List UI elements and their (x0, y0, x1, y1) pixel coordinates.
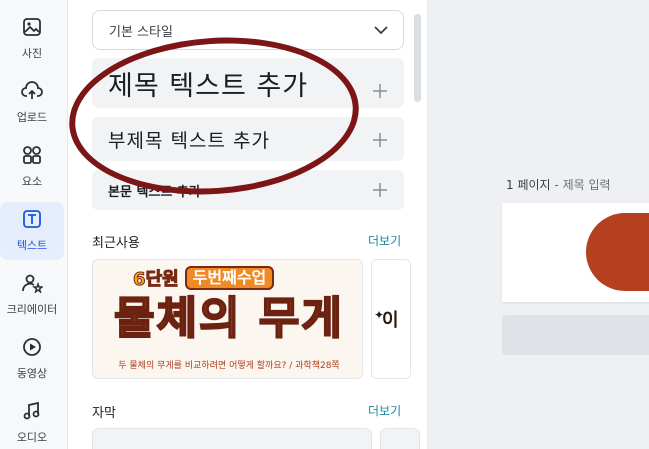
plus-icon (372, 75, 388, 98)
plus-icon (372, 131, 388, 147)
recent-template-thumbnail-2[interactable]: ✦ 이 (371, 259, 411, 379)
nav-upload[interactable]: 업로드 (0, 74, 64, 132)
cloud-upload-icon (21, 80, 43, 102)
style-dropdown-value: 기본 스타일 (109, 24, 173, 40)
template-caption: 두 물체의 무게를 비교하려면 어떻게 할까요? / 과학책28쪽 (118, 361, 340, 371)
nav-creator[interactable]: 크리에이터 (0, 266, 64, 324)
page-header: 1 페이지 - 제목 입력 (506, 176, 611, 193)
recent-more-link[interactable]: 더보기 (368, 232, 401, 249)
recent-template-thumbnail[interactable]: 6단원 두번째수업 물체의 무게 두 물체의 무게를 비교하려면 어떻게 할까요… (92, 259, 363, 379)
editor-workspace: 1 페이지 - 제목 입력 (428, 0, 649, 449)
play-icon (21, 336, 43, 358)
add-subtitle-label: 부제목 텍스트 추가 (108, 129, 270, 152)
subtitle-template-thumbnail-2[interactable] (380, 428, 420, 449)
plus-icon (372, 182, 388, 198)
page-number: 1 페이지 (506, 178, 551, 192)
side-navigation: 사진 업로드 요소 텍스트 크리에이터 동영상 오디오 (0, 0, 68, 449)
subtitle-template-thumbnail[interactable] (92, 428, 372, 449)
nav-elements[interactable]: 요소 (0, 138, 64, 196)
nav-creator-label: 크리에이터 (6, 303, 58, 316)
elements-icon (21, 144, 43, 166)
add-page-bar[interactable] (502, 315, 649, 355)
page-canvas[interactable] (502, 203, 649, 302)
recent-section-title: 최근사용 (92, 236, 140, 251)
subtitle-more-link[interactable]: 더보기 (368, 402, 401, 419)
nav-photos-label: 사진 (21, 47, 43, 60)
template-2-text: 이 (382, 310, 399, 331)
template-heading-a: 6단원 (133, 269, 180, 291)
template-heading-b: 두번째수업 (184, 266, 275, 290)
nav-audio-label: 오디오 (16, 431, 48, 444)
subtitle-section-title: 자막 (92, 406, 116, 421)
nav-elements-label: 요소 (21, 175, 43, 188)
creator-icon (21, 272, 43, 294)
text-panel: 기본 스타일 제목 텍스트 추가 부제목 텍스트 추가 본문 텍스트 추가 최근… (68, 0, 428, 449)
template-big-title: 물체의 무게 (113, 292, 344, 345)
music-note-icon (21, 400, 43, 422)
add-body-text-button[interactable]: 본문 텍스트 추가 (92, 170, 404, 210)
panel-scrollbar[interactable] (414, 14, 421, 102)
add-title-text-button[interactable]: 제목 텍스트 추가 (92, 58, 404, 108)
add-subtitle-text-button[interactable]: 부제목 텍스트 추가 (92, 117, 404, 161)
image-icon (21, 16, 43, 38)
nav-text[interactable]: 텍스트 (0, 202, 64, 260)
nav-video-label: 동영상 (16, 367, 48, 380)
canvas-shape[interactable] (586, 213, 649, 291)
add-body-label: 본문 텍스트 추가 (108, 184, 201, 200)
style-dropdown[interactable]: 기본 스타일 (92, 10, 404, 50)
chevron-down-icon (373, 24, 389, 40)
nav-upload-label: 업로드 (16, 111, 48, 124)
nav-text-label: 텍스트 (16, 239, 48, 252)
add-title-label: 제목 텍스트 추가 (108, 70, 309, 102)
nav-audio[interactable]: 오디오 (0, 394, 64, 449)
text-icon (21, 208, 43, 230)
nav-video[interactable]: 동영상 (0, 330, 64, 388)
page-title-input[interactable]: 제목 입력 (563, 178, 611, 192)
template-heading: 6단원 두번째수업 (133, 266, 275, 291)
page-separator: - (554, 178, 559, 192)
nav-photos[interactable]: 사진 (0, 10, 64, 68)
